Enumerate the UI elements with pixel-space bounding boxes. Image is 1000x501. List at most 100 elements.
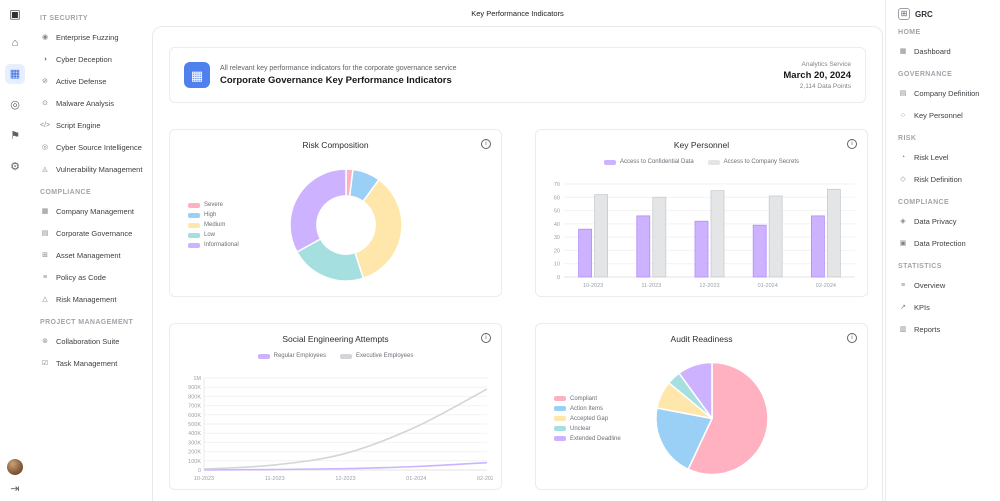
legend-item-executive-employees[interactable]: Executive Employees	[340, 352, 413, 360]
legend-item-compliant[interactable]: Compliant	[554, 396, 621, 402]
sidebar-item-active-defense[interactable]: ⊘Active Defense	[30, 70, 150, 92]
sidebar-item-risk-level[interactable]: ◔Risk Level	[886, 146, 1000, 168]
script-engine-icon: </>	[40, 122, 50, 129]
legend-item-medium[interactable]: Medium	[188, 222, 239, 228]
dashboard-icon[interactable]: ▦	[5, 64, 25, 84]
header-description: All relevant key performance indicators …	[220, 65, 773, 72]
data-protection-icon: ▣	[898, 240, 908, 247]
legend-item-regular-employees[interactable]: Regular Employees	[258, 352, 326, 360]
svg-text:70: 70	[554, 182, 560, 188]
legend-item-action-items[interactable]: Action Items	[554, 406, 621, 412]
right-sidebar: ⊞ GRC HOME▦DashboardGOVERNANCE▤Company D…	[885, 0, 1000, 501]
key-personnel-chart: 01020304050607010-202311-202312-202301-2…	[544, 180, 859, 290]
legend-label: Action Items	[570, 406, 603, 412]
svg-text:50: 50	[554, 209, 560, 215]
sidebar-item-company-definition[interactable]: ▤Company Definition	[886, 82, 1000, 104]
legend-swatch	[340, 354, 352, 359]
info-icon[interactable]: i	[847, 139, 857, 149]
gear-icon[interactable]: ⚙	[5, 157, 25, 177]
legend-item-access-to-confidential-data[interactable]: Access to Confidential Data	[604, 158, 694, 166]
grc-label: GRC	[915, 10, 933, 19]
info-icon[interactable]: i	[481, 333, 491, 343]
svg-text:200K: 200K	[188, 450, 201, 456]
enterprise-fuzzing-icon: ◉	[40, 34, 50, 41]
sidebar-item-label: Risk Management	[56, 295, 116, 304]
legend-label: Unclear	[570, 426, 591, 432]
sidebar-item-label: Dashboard	[914, 47, 951, 56]
svg-text:700K: 700K	[188, 404, 201, 410]
sidebar-item-task-management[interactable]: ☑Task Management	[30, 352, 150, 374]
sidebar-item-label: Enterprise Fuzzing	[56, 33, 119, 42]
collaboration-suite-icon: ⊚	[40, 338, 50, 345]
section-header-home: HOME	[898, 29, 1000, 36]
legend-label: Access to Confidential Data	[620, 159, 694, 165]
legend-item-high[interactable]: High	[188, 212, 239, 218]
kpis-icon: ↗	[898, 304, 908, 311]
chart-title: Risk Composition	[170, 140, 501, 150]
sidebar-item-policy-as-code[interactable]: ≡Policy as Code	[30, 266, 150, 288]
legend-item-accepted-gap[interactable]: Accepted Gap	[554, 416, 621, 422]
section-header-it-security: IT SECURITY	[40, 15, 150, 22]
left-sidebar: IT SECURITY ◉ Enterprise Fuzzing ◑Cyber Dec…	[30, 0, 150, 501]
svg-text:02-2024: 02-2024	[816, 283, 836, 289]
audit-readiness-card: Audit Readiness i CompliantAction ItemsA…	[535, 323, 868, 490]
svg-text:600K: 600K	[188, 413, 201, 419]
svg-text:0: 0	[198, 468, 201, 474]
info-icon[interactable]: i	[847, 333, 857, 343]
user-avatar[interactable]	[7, 459, 23, 475]
dashboard-icon: ▦	[898, 48, 908, 55]
sidebar-item-company-management[interactable]: ▦Company Management	[30, 200, 150, 222]
sidebar-item-vulnerability-management[interactable]: ◬Vulnerability Management	[30, 158, 150, 180]
sidebar-item-corporate-governance[interactable]: ▤ Corporate Governance	[30, 222, 150, 244]
legend-swatch	[188, 213, 200, 218]
legend-item-informational[interactable]: Informational	[188, 242, 239, 248]
legend-swatch	[604, 160, 616, 165]
legend-item-severe[interactable]: Severe	[188, 202, 239, 208]
sidebar-item-reports[interactable]: ▥Reports	[886, 318, 1000, 340]
svg-text:01-2024: 01-2024	[758, 283, 778, 289]
sidebar-item-script-engine[interactable]: </>Script Engine	[30, 114, 150, 136]
cyber-deception-icon: ◑	[40, 56, 50, 63]
analytics-service-label: Analytics Service	[783, 61, 851, 68]
sidebar-item-cyber-source-intelligence[interactable]: ◎Cyber Source Intelligence	[30, 136, 150, 158]
sidebar-item-asset-management[interactable]: ⊞Asset Management	[30, 244, 150, 266]
home-icon[interactable]: ⌂	[5, 33, 25, 53]
legend-item-unclear[interactable]: Unclear	[554, 426, 621, 432]
sidebar-item-dashboard[interactable]: ▦ Dashboard	[886, 40, 1000, 62]
sidebar-item-collaboration-suite[interactable]: ⊚Collaboration Suite	[30, 330, 150, 352]
section-header-compliance: COMPLIANCE	[898, 199, 1000, 206]
legend-item-low[interactable]: Low	[188, 232, 239, 238]
sidebar-item-malware-analysis[interactable]: ⊙Malware Analysis	[30, 92, 150, 114]
legend-label: High	[204, 212, 216, 218]
sign-out-icon[interactable]: ⇥	[10, 484, 19, 495]
legend-swatch	[554, 396, 566, 401]
asset-management-icon: ⊞	[40, 252, 50, 259]
legend-swatch	[188, 243, 200, 248]
corporate-governance-icon: ▤	[40, 230, 50, 237]
sidebar-item-label: Risk Definition	[914, 175, 962, 184]
risk-composition-chart	[288, 158, 404, 292]
legend-item-extended-deadline[interactable]: Extended Deadline	[554, 436, 621, 442]
app-root: ▣ ⌂ ▦ ◎ ⚑ ⚙ ⇥ IT SECURITY ◉ Enterprise Fuzzing…	[0, 0, 1000, 501]
svg-text:60: 60	[554, 195, 560, 201]
info-icon[interactable]: i	[481, 139, 491, 149]
help-icon[interactable]: ◎	[5, 95, 25, 115]
company-definition-icon: ▤	[898, 90, 908, 97]
sidebar-item-data-privacy[interactable]: ◈Data Privacy	[886, 210, 1000, 232]
sidebar-item-enterprise-fuzzing[interactable]: ◉ Enterprise Fuzzing	[30, 26, 150, 48]
key-personnel-icon: ○	[898, 112, 908, 119]
risk-management-icon: △	[40, 296, 50, 303]
sidebar-item-cyber-deception[interactable]: ◑Cyber Deception	[30, 48, 150, 70]
sidebar-item-key-personnel[interactable]: ○Key Personnel	[886, 104, 1000, 126]
sidebar-item-risk-management[interactable]: △ Risk Management	[30, 288, 150, 310]
flag-icon[interactable]: ⚑	[5, 126, 25, 146]
sidebar-item-label: Corporate Governance	[56, 229, 132, 238]
sidebar-item-risk-definition[interactable]: ◇Risk Definition	[886, 168, 1000, 190]
sidebar-item-overview[interactable]: ≡Overview	[886, 274, 1000, 296]
svg-text:300K: 300K	[188, 440, 201, 446]
sidebar-item-data-protection[interactable]: ▣Data Protection	[886, 232, 1000, 254]
legend-swatch	[554, 426, 566, 431]
sidebar-item-kpis[interactable]: ↗KPIs	[886, 296, 1000, 318]
chart-legend: Regular Employees Executive Employees	[170, 352, 501, 360]
legend-item-access-to-company-secrets[interactable]: Access to Company Secrets	[708, 158, 799, 166]
